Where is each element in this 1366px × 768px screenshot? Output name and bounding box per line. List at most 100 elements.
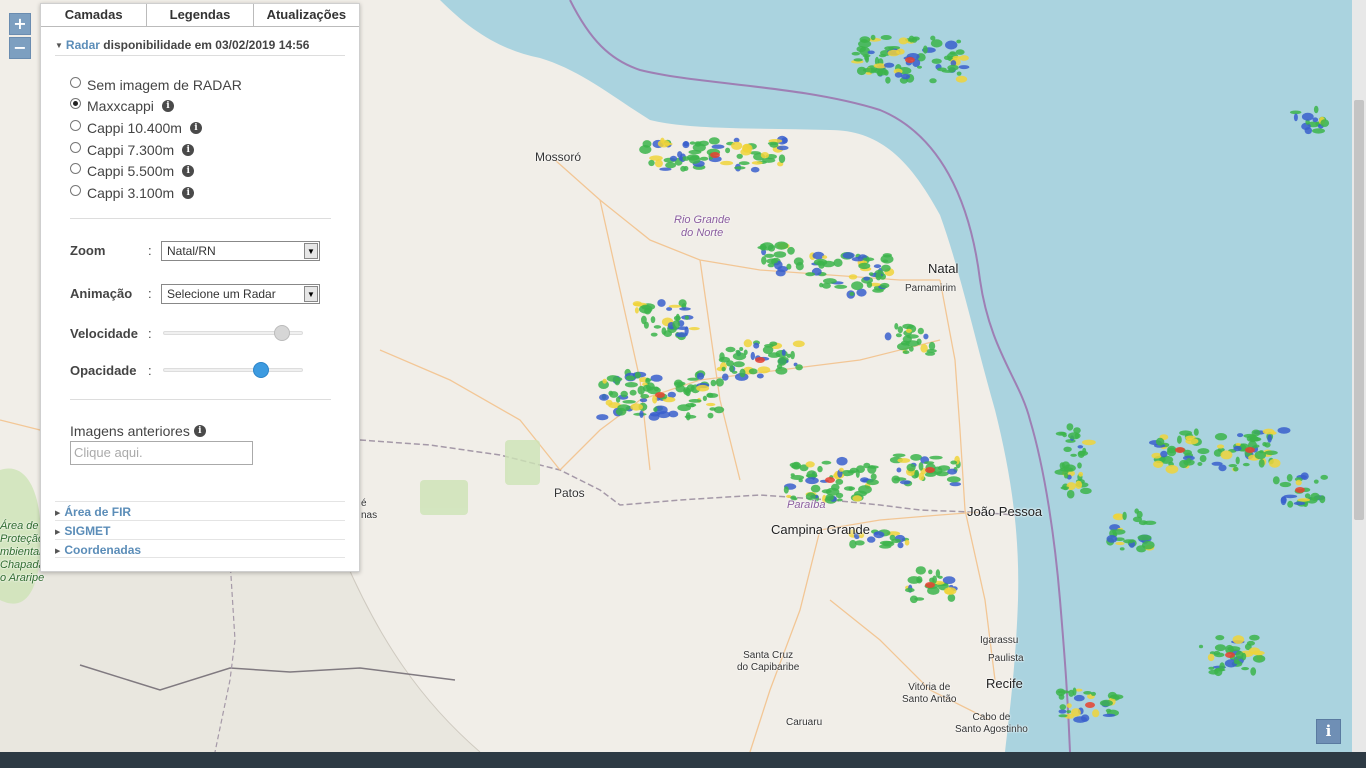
radar-option-maxxcappi[interactable]: Maxxcappi i <box>70 96 242 118</box>
zoom-select[interactable]: Natal/RN ▼ <box>161 241 320 261</box>
radar-echo <box>1199 455 1207 463</box>
radar-echo <box>1166 447 1177 457</box>
radar-echo <box>1251 429 1261 437</box>
radar-echo <box>734 166 746 170</box>
radar-availability: disponibilidade em 03/02/2019 14:56 <box>103 38 310 52</box>
radar-echo <box>1213 650 1221 656</box>
radar-echo <box>689 141 696 145</box>
radar-echo <box>884 46 894 51</box>
chevron-down-icon[interactable]: ▼ <box>304 286 318 302</box>
section-coordenadas[interactable]: ▶ Coordenadas <box>55 539 345 558</box>
radar-echo <box>852 495 862 502</box>
radar-echo <box>851 51 860 56</box>
radar-echo <box>615 396 621 403</box>
radar-echo <box>1277 427 1291 434</box>
info-button[interactable]: i <box>1316 719 1341 744</box>
radar-echo <box>648 159 655 167</box>
info-icon[interactable]: i <box>182 186 195 199</box>
radar-echo <box>666 307 673 311</box>
radar-echo <box>1060 486 1070 490</box>
radar-option-cappi-7300[interactable]: Cappi 7.300m i <box>70 139 242 161</box>
previous-images-input[interactable]: Clique aqui. <box>70 441 253 465</box>
radio-button[interactable] <box>70 141 81 153</box>
radar-echo <box>639 398 648 403</box>
radio-button[interactable] <box>70 119 81 131</box>
opacity-slider-handle[interactable] <box>253 362 270 378</box>
caret-right-icon: ▶ <box>55 529 61 536</box>
radar-echo <box>885 76 891 84</box>
radar-option-cappi-10400[interactable]: Cappi 10.400m i <box>70 117 242 139</box>
radar-echo-core <box>655 392 665 398</box>
radar-echo <box>1193 428 1199 436</box>
chevron-down-icon[interactable]: ▼ <box>304 243 318 259</box>
info-icon[interactable]: i <box>182 165 195 178</box>
speed-slider[interactable] <box>163 325 303 341</box>
radar-echo <box>851 257 865 262</box>
tab-camadas[interactable]: Camadas <box>41 4 148 26</box>
radar-echo <box>1297 498 1310 502</box>
radar-echo <box>894 72 903 78</box>
radar-echo <box>649 411 661 417</box>
info-icon[interactable]: i <box>189 121 202 134</box>
radar-echo <box>813 258 828 266</box>
info-icon[interactable]: i <box>182 143 195 156</box>
radar-echo <box>821 489 832 494</box>
radar-option-label: Cappi 10.400m <box>87 119 182 136</box>
radar-echo <box>922 45 928 54</box>
opacity-slider[interactable] <box>163 362 303 378</box>
radar-echo <box>923 333 929 340</box>
animation-select[interactable]: Selecione um Radar ▼ <box>161 284 320 304</box>
radar-echo <box>725 147 731 154</box>
info-icon[interactable]: i <box>161 100 174 113</box>
tab-atualizacoes[interactable]: Atualizações <box>253 4 359 26</box>
radar-echo <box>653 386 660 392</box>
radar-echo <box>956 71 962 76</box>
radar-echo <box>596 414 609 421</box>
radar-echo <box>956 39 962 44</box>
section-sigmet[interactable]: ▶ SIGMET <box>55 520 345 539</box>
info-icon[interactable]: i <box>193 425 206 437</box>
scrollbar-thumb[interactable] <box>1354 100 1364 520</box>
radar-echo <box>702 395 708 401</box>
radar-echo <box>925 351 936 356</box>
radar-echo <box>1304 127 1313 135</box>
radar-echo <box>856 46 866 53</box>
radar-echo <box>764 344 774 348</box>
radar-echo <box>862 67 877 73</box>
section-area-fir[interactable]: ▶ Área de FIR <box>55 501 345 520</box>
radar-echo <box>624 382 638 388</box>
radio-button[interactable] <box>70 98 81 110</box>
radar-link[interactable]: Radar <box>66 38 100 52</box>
previous-images-text: Imagens anteriores <box>70 423 190 439</box>
radar-option-cappi-3100[interactable]: Cappi 3.100m i <box>70 182 242 204</box>
radar-echo <box>1272 476 1280 485</box>
speed-slider-handle[interactable] <box>274 325 291 341</box>
radar-echo <box>757 366 771 374</box>
zoom-out-button[interactable]: − <box>9 37 31 59</box>
radar-echo <box>1112 529 1126 535</box>
radio-button[interactable] <box>70 76 81 88</box>
city-label: Cabo de Santo Agostinho <box>955 712 1028 735</box>
radar-section-header[interactable]: ▼ Radar disponibilidade em 03/02/2019 14:… <box>55 38 345 56</box>
radar-echo <box>848 274 858 280</box>
zoom-select-value: Natal/RN <box>167 244 216 258</box>
radio-button[interactable] <box>70 184 81 196</box>
radar-option-cappi-5500[interactable]: Cappi 5.500m i <box>70 160 242 182</box>
radar-echo <box>711 144 725 149</box>
radar-echo <box>1242 462 1250 467</box>
radar-echo <box>678 156 684 161</box>
radar-echo <box>1208 666 1215 670</box>
radar-echo <box>1186 458 1192 464</box>
radar-echo <box>843 486 856 491</box>
tab-legendas[interactable]: Legendas <box>147 4 254 26</box>
state-label: Rio Grande do Norte <box>674 214 731 239</box>
radar-echo <box>1220 450 1233 460</box>
radar-echo <box>891 538 901 544</box>
radio-button[interactable] <box>70 163 81 175</box>
radar-echo <box>905 587 915 593</box>
radar-option-none[interactable]: Sem imagem de RADAR <box>70 74 242 96</box>
radar-echo <box>1235 442 1241 447</box>
radar-echo <box>805 461 815 468</box>
zoom-in-button[interactable]: + <box>9 13 31 35</box>
radar-echo <box>875 271 882 281</box>
